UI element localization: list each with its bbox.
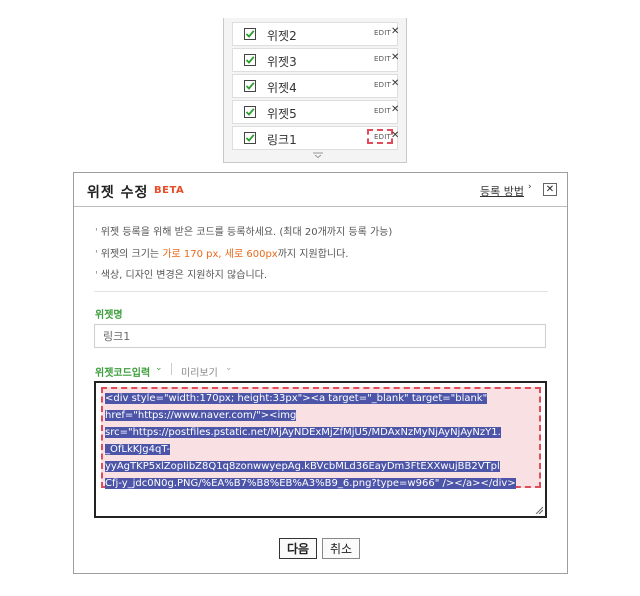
note-line: ' 색상, 디자인 변경은 지원하지 않습니다.	[95, 266, 267, 281]
widget-edit-dialog: 위젯 수정 BETA 등록 방법 › ✕ ' 위젯 등록을 위해 받은 코드를 등…	[73, 172, 568, 574]
widget-name: 위젯2	[267, 29, 297, 43]
close-icon[interactable]: ✕	[391, 130, 399, 141]
close-icon[interactable]: ✕	[391, 104, 399, 115]
note-text: 색상, 디자인 변경은 지원하지 않습니다.	[100, 270, 268, 281]
checkbox[interactable]	[244, 132, 256, 144]
checkmark-icon	[245, 56, 255, 64]
note-line: ' 위젯의 크기는 가로 170 px, 세로 600px까지 지원합니다.	[95, 245, 348, 260]
widget-list-item[interactable]: 위젯4 EDIT ✕	[232, 74, 399, 98]
checkbox[interactable]	[244, 106, 256, 118]
code-line: _OfLkKJg4qT-	[105, 444, 171, 455]
checkbox[interactable]	[244, 28, 256, 40]
note-text: 위젯의 크기는	[100, 249, 163, 260]
divider	[94, 291, 548, 292]
code-line: src="https://postfiles.pstatic.net/MjAyN…	[105, 427, 501, 438]
widget-list-item[interactable]: 위젯5 EDIT ✕	[232, 100, 399, 124]
widget-name: 위젯4	[267, 81, 297, 95]
widget-list-item[interactable]: 링크1 EDIT ✕	[232, 126, 399, 150]
chevron-down-icon: ⌄	[155, 363, 163, 373]
code-textarea[interactable]: <div style="width:170px; height:33px"><a…	[94, 381, 547, 518]
resize-grip-icon[interactable]	[535, 506, 543, 514]
note-text: 까지 지원합니다.	[277, 249, 349, 260]
tab-code-input[interactable]: 위젯코드입력	[95, 364, 150, 379]
edit-button[interactable]: EDIT	[374, 107, 391, 115]
close-button[interactable]: ✕	[543, 183, 557, 196]
widget-list-item[interactable]: 위젯3 EDIT ✕	[232, 48, 399, 72]
checkmark-icon	[245, 30, 255, 38]
widget-name: 링크1	[267, 133, 297, 147]
help-link[interactable]: 등록 방법	[480, 183, 524, 199]
divider	[74, 206, 567, 207]
code-line: href="https://www.naver.com/"><img	[105, 410, 297, 421]
checkbox[interactable]	[244, 54, 256, 66]
checkmark-icon	[245, 82, 255, 90]
note-text: 위젯 등록을 위해 받은 코드를 등록하세요. (최대 20개까지 등록 가능)	[100, 227, 393, 238]
widget-list-item[interactable]: 위젯2 EDIT ✕	[232, 22, 399, 46]
checkmark-icon	[245, 108, 255, 116]
next-button[interactable]: 다음	[279, 538, 317, 559]
cancel-button[interactable]: 취소	[322, 538, 360, 559]
chevron-right-icon: ›	[528, 182, 532, 192]
widget-name: 위젯5	[267, 107, 297, 121]
edit-button[interactable]: EDIT	[374, 55, 391, 63]
widget-name-label: 위젯명	[95, 310, 123, 321]
edit-button[interactable]: EDIT	[374, 29, 391, 37]
bullet-icon: '	[95, 227, 98, 238]
close-icon: ✕	[545, 184, 555, 195]
edit-button[interactable]: EDIT	[374, 133, 391, 141]
tab-divider	[171, 363, 172, 375]
edit-button[interactable]: EDIT	[374, 81, 391, 89]
close-icon[interactable]: ✕	[391, 52, 399, 63]
close-icon[interactable]: ✕	[391, 26, 399, 37]
code-content: <div style="width:170px; height:33px"><a…	[105, 390, 537, 492]
code-line: yyAgTKP5xlZopIibZ8Q1q8zonwwyepAg.kBVcbML…	[105, 461, 500, 472]
close-icon[interactable]: ✕	[391, 78, 399, 89]
checkmark-icon	[245, 134, 255, 142]
widget-name: 위젯3	[267, 55, 297, 69]
chevron-down-icon: ⌄	[225, 363, 233, 373]
note-line: ' 위젯 등록을 위해 받은 코드를 등록하세요. (최대 20개까지 등록 가능…	[95, 223, 392, 238]
note-highlight: 가로 170 px, 세로 600px	[162, 249, 278, 260]
tab-preview[interactable]: 미리보기	[181, 364, 218, 379]
drag-handle-icon[interactable]	[313, 152, 323, 158]
widget-name-input[interactable]	[94, 324, 546, 348]
widget-list-panel: 위젯2 EDIT ✕ 위젯3 EDIT ✕ 위젯4 EDIT ✕ 위젯5 EDI…	[223, 18, 407, 163]
code-line: Cfj-y_jdc0N0g.PNG/%EA%B7%B8%EB%A3%B9_6.p…	[105, 478, 516, 489]
bullet-icon: '	[95, 249, 98, 260]
code-line: <div style="width:170px; height:33px"><a…	[105, 393, 488, 404]
beta-badge: BETA	[154, 185, 185, 196]
dialog-title: 위젯 수정	[87, 185, 149, 201]
checkbox[interactable]	[244, 80, 256, 92]
bullet-icon: '	[95, 270, 98, 281]
